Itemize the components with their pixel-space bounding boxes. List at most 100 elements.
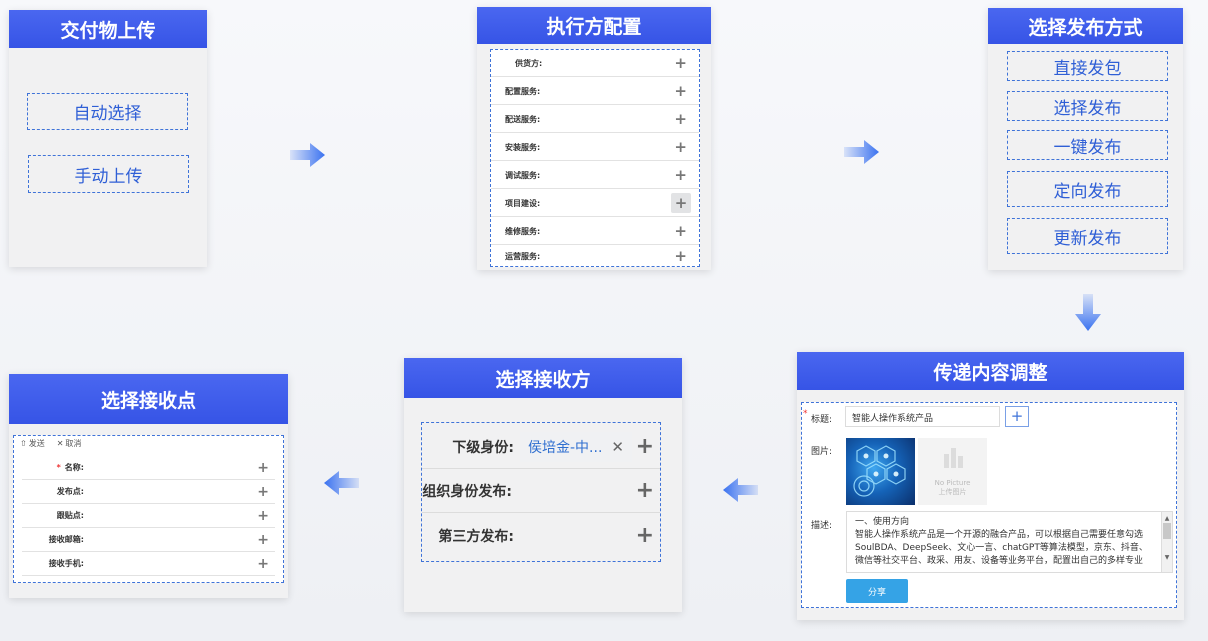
required-mark: * [56,463,61,472]
plus-icon[interactable]: + [671,193,691,213]
executor-config-card: 执行方配置 供货方: + 配置服务: + 配送服务: + 安装服务: + 调试服… [477,7,711,270]
config-row-supplier: 供货方: + [491,50,699,77]
plus-icon[interactable]: + [257,509,269,523]
scroll-down-icon[interactable]: ▼ [1162,551,1172,564]
plus-icon[interactable]: + [674,248,687,264]
update-publish-option[interactable]: 更新发布 [1007,218,1168,254]
publish-method-card: 选择发布方式 直接发包 选择发布 一键发布 定向发布 更新发布 [988,8,1183,270]
select-recipient-title: 选择接收方 [404,358,682,398]
desc-line: 微信等社交平台、政采、用友、设备等业务平台，配置出自己的多样专业 [855,556,1144,566]
no-picture-icon [944,448,963,468]
cancel-button[interactable]: 取消 [65,438,81,449]
one-click-publish-option[interactable]: 一键发布 [1007,130,1168,160]
config-row-label: 配置服务: [505,86,541,96]
recipient-chip-text: 侯培金-中... [528,439,603,456]
product-image[interactable] [846,438,915,505]
config-row-label: 配送服务: [505,114,541,124]
receive-email-label: 接收邮箱: [48,535,84,544]
plus-icon[interactable]: + [674,167,687,183]
plus-icon[interactable]: + [636,435,654,458]
form-toolbar: ⇧ 发送 ✕ 取消 [20,438,81,449]
name-row: * 名称: + [22,456,275,480]
config-row-label: 供货方: [515,58,543,68]
receiving-point-title: 选择接收点 [9,374,288,424]
plus-icon[interactable]: + [674,83,687,99]
share-button[interactable]: 分享 [846,579,908,603]
receive-phone-label: 接收手机: [48,559,84,568]
config-row-project: 项目建设: + [491,190,699,217]
config-row-operation: 运营服务: + [491,246,699,266]
plus-icon[interactable]: + [674,223,687,239]
close-icon[interactable]: ✕ [611,438,624,456]
config-row-maintenance: 维修服务: + [491,218,699,245]
follow-point-row: 跟贴点: + [22,504,275,528]
desc-label: 描述: [811,521,833,531]
directed-publish-option[interactable]: 定向发布 [1007,171,1168,207]
config-row-label: 维修服务: [505,226,541,236]
receiving-point-form: ⇧ 发送 ✕ 取消 * 名称: + 发布点: + 跟贴点: + 接收邮箱: + 接… [13,435,284,583]
receive-phone-row: 接收手机: + [22,552,275,576]
recipient-chip[interactable]: 侯培金-中... ✕ [520,431,632,462]
plus-icon[interactable]: + [674,111,687,127]
required-mark: * [803,409,808,419]
config-row-configuration: 配置服务: + [491,78,699,105]
plus-icon[interactable]: + [636,525,654,547]
name-label-text: 名称: [64,463,84,472]
config-row-label: 调试服务: [505,170,541,180]
plus-icon[interactable]: + [257,557,269,571]
content-adjust-form: * 标题: 智能人操作系统产品 + 图片: No Picture 上传图片 描述… [801,402,1177,608]
plus-icon[interactable]: + [674,55,687,71]
receive-email-row: 接收邮箱: + [22,528,275,552]
add-title-button[interactable]: + [1005,406,1029,427]
send-icon[interactable]: ⇧ [20,439,27,448]
third-party-publish-row: 第三方发布: + [422,514,660,558]
select-recipient-form: 下级身份: 侯培金-中... ✕ + 组织身份发布: + 第三方发布: + [421,422,661,562]
executor-config-title: 执行方配置 [477,7,711,44]
subordinate-identity-row: 下级身份: 侯培金-中... ✕ + [422,425,660,469]
upload-image-placeholder[interactable]: No Picture 上传图片 [918,438,987,505]
arrow-right-icon [290,143,325,167]
plus-icon[interactable]: + [674,139,687,155]
plus-icon[interactable]: + [257,533,269,547]
upload-image-text: 上传图片 [938,488,967,496]
plus-icon[interactable]: + [636,479,654,502]
config-row-installation: 安装服务: + [491,134,699,161]
direct-contract-option[interactable]: 直接发包 [1007,51,1168,81]
plus-icon[interactable]: + [257,485,269,499]
executor-config-form: 供货方: + 配置服务: + 配送服务: + 安装服务: + 调试服务: + 项… [490,49,700,267]
manual-upload-option[interactable]: 手动上传 [28,155,189,193]
name-label: * 名称: [22,462,84,473]
arrow-left-icon [324,471,359,495]
select-recipient-card: 选择接收方 下级身份: 侯培金-中... ✕ + 组织身份发布: + 第三方发布… [404,358,682,612]
title-input-value: 智能人操作系统产品 [852,414,934,424]
scroll-up-icon[interactable]: ▲ [1162,512,1172,522]
arrow-down-icon [1075,294,1101,331]
auto-select-option[interactable]: 自动选择 [27,93,188,130]
plus-icon[interactable]: + [257,461,269,475]
scroll-thumb[interactable] [1163,523,1171,539]
receiving-point-card: 选择接收点 ⇧ 发送 ✕ 取消 * 名称: + 发布点: + 跟贴点: + 接收邮… [9,374,288,598]
follow-point-label: 跟贴点: [56,511,84,520]
content-adjust-card: 传递内容调整 * 标题: 智能人操作系统产品 + 图片: No Picture … [797,352,1184,620]
send-button[interactable]: 发送 [29,438,45,449]
title-input[interactable]: 智能人操作系统产品 [845,406,1000,427]
close-icon[interactable]: ✕ [57,439,64,448]
select-publish-option[interactable]: 选择发布 [1007,91,1168,121]
publish-point-label: 发布点: [56,487,84,496]
config-row-delivery: 配送服务: + [491,106,699,133]
organization-publish-label: 组织身份发布: [422,483,512,500]
desc-scrollbar[interactable]: ▲ ▼ [1161,512,1172,572]
content-adjust-title: 传递内容调整 [797,352,1184,390]
desc-heading: 一、使用方向 [855,517,910,527]
deliverable-upload-card: 交付物上传 自动选择 手动上传 [9,10,207,267]
publish-method-title: 选择发布方式 [988,8,1183,44]
desc-line: 智能人操作系统产品是一个开源的融合产品，可以根据自己需要任意勾选 [855,530,1144,540]
config-row-label: 运营服务: [505,251,541,261]
arrow-right-icon [844,140,879,164]
desc-line: SoulBDA、DeepSeek、文心一言、chatGPT等算法模型，京东、抖音… [855,543,1148,553]
subordinate-identity-label: 下级身份: [452,439,514,456]
no-picture-text: No Picture [934,479,971,487]
third-party-publish-label: 第三方发布: [438,529,514,545]
desc-textarea[interactable]: 一、使用方向 智能人操作系统产品是一个开源的融合产品，可以根据自己需要任意勾选 … [846,511,1173,573]
arrow-left-icon [723,478,758,502]
